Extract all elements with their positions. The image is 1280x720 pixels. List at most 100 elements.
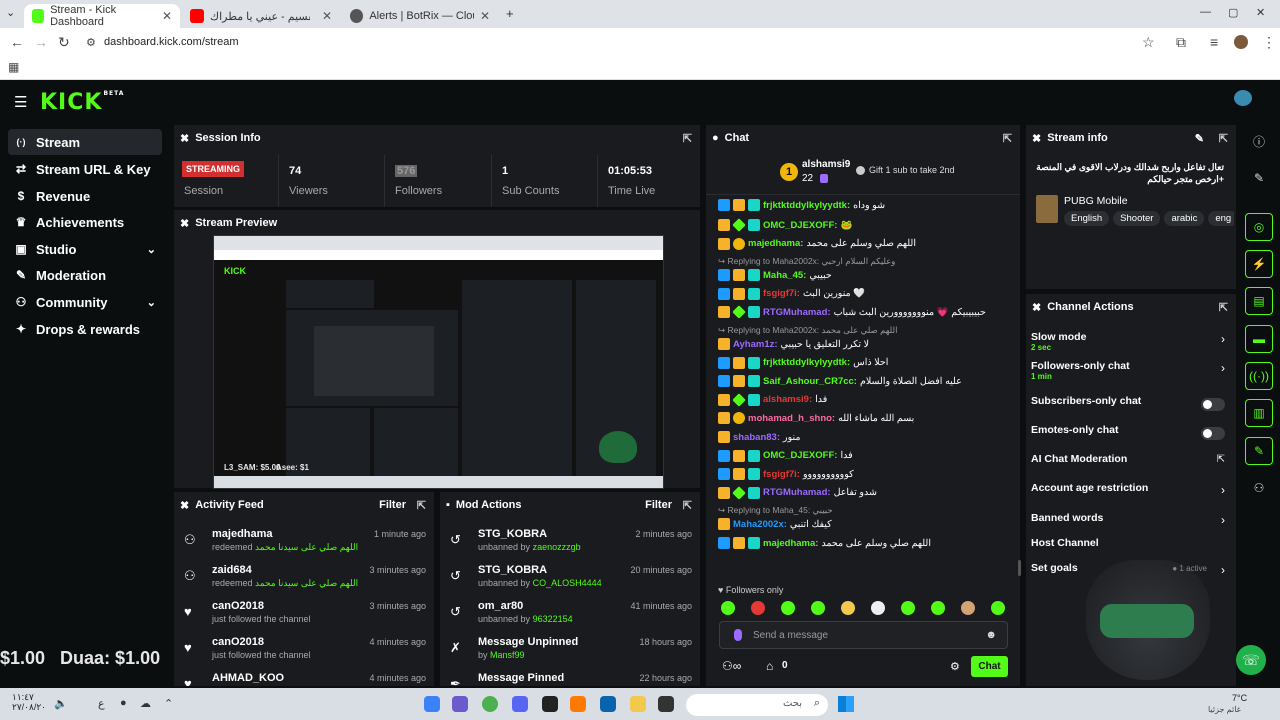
chat-bubble-icon[interactable]: ▬ — [1245, 325, 1273, 353]
chat-username[interactable]: OMC_DJEXOFF: — [763, 220, 837, 231]
sidebar-item-community[interactable]: ⚇ Community ⌄ — [8, 289, 162, 315]
chat-username[interactable]: majedhama: — [763, 538, 818, 549]
tab-youtube[interactable]: احمد القسيم - عيني يا مطراك ✕ — [182, 4, 340, 28]
kick-logo[interactable]: KICKBETA — [40, 90, 124, 115]
emote-icon[interactable] — [751, 601, 765, 615]
sidebar-item-drops-rewards[interactable]: ✦ Drops & rewards — [8, 316, 162, 342]
banned-words-row[interactable]: Banned words › — [1031, 508, 1227, 536]
emote-icon[interactable] — [721, 601, 735, 615]
site-info-icon[interactable]: ⚙ — [86, 36, 96, 49]
chat-message[interactable]: fsgigf7i: منورين البث 🤍 — [718, 286, 1018, 302]
cloud-icon[interactable]: ☁ — [140, 697, 151, 710]
chat-message[interactable]: frjktktddylkylyydtk: احلا ذاس — [718, 355, 1018, 371]
emote-icon[interactable] — [811, 601, 825, 615]
tray-chevron-icon[interactable]: ⌃ — [164, 697, 173, 710]
gift-sub-cta[interactable]: Gift 1 sub to take 2nd — [869, 165, 955, 175]
taskbar-search[interactable]: بحث ⌕ — [686, 694, 828, 716]
chat-username[interactable]: frjktktddylkylyydtk: — [763, 357, 850, 368]
browser-menu-icon[interactable]: ⋮ — [1262, 34, 1276, 51]
chat-username[interactable]: Ayham1z: — [733, 339, 778, 350]
chat-username[interactable]: fsgigf7i: — [763, 288, 800, 299]
chat-settings-icon[interactable]: ⚙ — [950, 660, 960, 673]
emote-icon[interactable] — [871, 601, 885, 615]
windows-start-icon[interactable] — [838, 696, 854, 712]
chat-username[interactable]: RTGMuhamad: — [763, 307, 831, 318]
profile-avatar[interactable] — [1234, 35, 1248, 49]
taskbar-app-icon[interactable] — [452, 696, 468, 712]
tab-list-icon[interactable]: ⌄ — [6, 6, 15, 19]
chat-message[interactable]: Ayham1z: لا تكرر التعليق يا حبيبي — [718, 336, 1018, 352]
chat-message[interactable]: RTGMuhamad: شدو تفاعل — [718, 485, 1018, 501]
sidebar-item-moderation[interactable]: ✎ Moderation — [8, 262, 162, 288]
microphone-icon[interactable] — [734, 629, 742, 641]
filter-button[interactable]: Filter — [645, 499, 672, 511]
popout-icon[interactable]: ⇱ — [683, 132, 692, 145]
taskbar-app-icon[interactable] — [424, 696, 440, 712]
chat-username[interactable]: Maha2002x: — [733, 519, 787, 530]
chrome-taskbar-icon[interactable] — [482, 696, 498, 712]
chat-message[interactable]: alshamsi9: فدا — [718, 392, 1018, 408]
store-taskbar-icon[interactable] — [600, 696, 616, 712]
back-icon[interactable]: ← — [10, 34, 24, 50]
chat-message[interactable]: Saif_Ashour_CR7cc: عليه افضل الصلاة والسل… — [718, 373, 1018, 389]
emote-icon[interactable] — [961, 601, 975, 615]
chat-message[interactable]: Maha_45: حبيبي — [718, 267, 1018, 283]
chat-message[interactable]: majedhama: اللهم صلي وسلم على محمد — [718, 535, 1018, 551]
mic-icon[interactable]: ● — [120, 697, 127, 709]
info-icon[interactable]: ⓘ — [1245, 127, 1273, 155]
popout-icon[interactable]: ⇱ — [1003, 132, 1012, 145]
hamburger-menu-icon[interactable]: ☰ — [14, 93, 27, 111]
chat-message[interactable]: fsgigf7i: كوووووووووو — [718, 466, 1018, 482]
emote-icon[interactable] — [841, 601, 855, 615]
slow-mode-row[interactable]: Slow mode 2 sec › — [1031, 327, 1227, 355]
chat-message[interactable]: shaban83: منور — [718, 429, 1018, 445]
url-field[interactable]: dashboard.kick.com/stream — [104, 36, 239, 48]
chat-username[interactable]: Maha_45: — [763, 270, 806, 281]
chat-username[interactable]: shaban83: — [733, 432, 780, 443]
emotes-only-toggle[interactable] — [1201, 427, 1225, 440]
close-icon[interactable]: ✕ — [322, 9, 332, 23]
camera-icon[interactable]: ◎ — [1245, 213, 1273, 241]
popout-icon[interactable]: ⇱ — [1219, 301, 1228, 314]
chat-username[interactable]: frjktktddylkylyydtk: — [763, 200, 850, 211]
store-icon[interactable]: ⌂ — [766, 659, 773, 673]
sidebar-item-stream-url-key[interactable]: ⇄ Stream URL & Key — [8, 156, 162, 182]
chat-message[interactable]: RTGMuhamad: حبيبيبيكم 💗 منووووووورين البث… — [718, 304, 1018, 320]
popout-icon[interactable]: ⇱ — [417, 499, 426, 512]
minimize-icon[interactable]: — — [1200, 6, 1211, 18]
chat-message[interactable]: frjktktddylkylyydtk: شو وداه — [718, 197, 1018, 213]
emote-icon[interactable] — [901, 601, 915, 615]
taskbar-app-icon[interactable] — [570, 696, 586, 712]
wrench-icon[interactable]: ✎ — [1245, 437, 1273, 465]
popout-icon[interactable]: ⇱ — [1219, 132, 1228, 145]
edit-icon[interactable]: ✎ — [1195, 132, 1204, 145]
layout-icon[interactable]: ▥ — [1245, 399, 1273, 427]
tab-kick-dashboard[interactable]: Stream - Kick Dashboard ✕ — [24, 4, 180, 28]
weather-temp[interactable]: 7°C — [1232, 693, 1247, 703]
chat-username[interactable]: Saif_Ashour_CR7cc: — [763, 376, 857, 387]
close-icon[interactable]: ✕ — [480, 9, 490, 23]
reload-icon[interactable]: ↻ — [58, 34, 70, 51]
explorer-taskbar-icon[interactable] — [630, 696, 646, 712]
chat-scrollbar[interactable] — [1018, 560, 1021, 576]
points-icon[interactable]: ⚇∞ — [722, 659, 741, 673]
chat-message[interactable]: OMC_DJEXOFF: 🐸 — [718, 217, 1018, 233]
reading-list-icon[interactable]: ≡ — [1210, 34, 1218, 50]
ai-moderation-row[interactable]: AI Chat Moderation ⇱ — [1031, 449, 1227, 477]
chat-username[interactable]: OMC_DJEXOFF: — [763, 450, 837, 461]
sidebar-item-revenue[interactable]: $ Revenue — [8, 183, 162, 209]
popout-icon[interactable]: ⇱ — [683, 499, 692, 512]
category-name[interactable]: PUBG Mobile — [1064, 195, 1128, 207]
account-age-row[interactable]: Account age restriction › — [1031, 478, 1227, 506]
chat-message[interactable]: majedhama: اللهم صلي وسلم على محمد — [718, 236, 1018, 252]
host-channel-row[interactable]: Host Channel — [1031, 533, 1227, 561]
language-indicator[interactable]: ع — [98, 697, 105, 710]
bookmark-star-icon[interactable]: ☆ — [1142, 34, 1155, 51]
edit-icon[interactable]: ✎ — [1245, 164, 1273, 192]
chat-input[interactable]: Send a message ☻ — [719, 621, 1008, 649]
taskbar-app-icon[interactable] — [542, 696, 558, 712]
forward-icon[interactable]: → — [34, 34, 48, 50]
chat-message[interactable]: Maha2002x: كيفك اتنبي — [718, 516, 1018, 532]
taskbar-app-icon[interactable] — [658, 696, 674, 712]
support-chat-icon[interactable]: ☏ — [1236, 645, 1266, 675]
